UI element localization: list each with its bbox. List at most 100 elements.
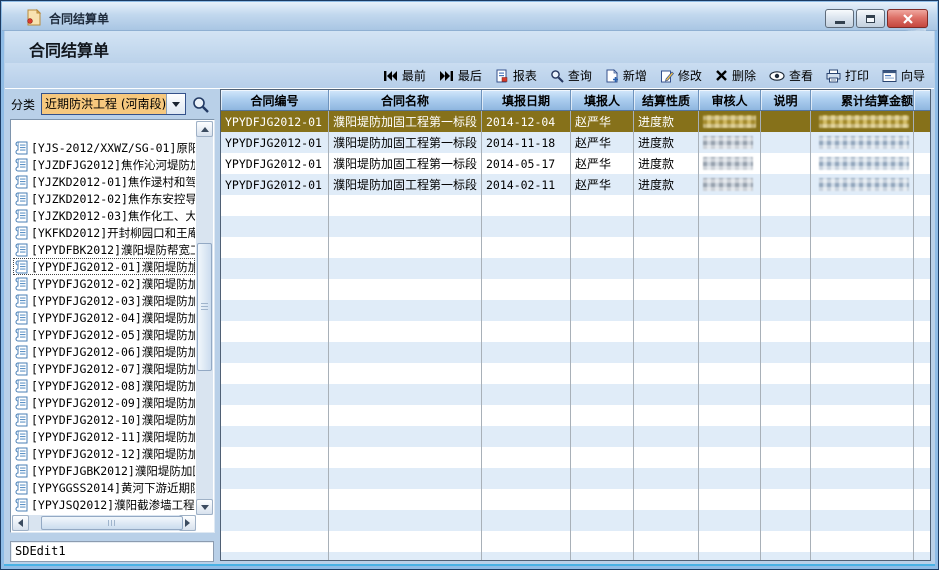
empty-table-row[interactable]	[221, 300, 930, 321]
empty-table-row[interactable]	[221, 258, 930, 279]
cell-contract-name: 濮阳堤防加固工程第一标段	[329, 153, 482, 174]
list-item[interactable]: [YPYDFJG2012-06]濮阳堤防加..	[13, 343, 195, 360]
add-button[interactable]: 新增	[605, 67, 647, 84]
empty-table-row[interactable]	[221, 468, 930, 489]
query-button[interactable]: 查询	[550, 67, 592, 84]
empty-table-row[interactable]	[221, 510, 930, 531]
list-item[interactable]: [YPYDFJG2012-03]濮阳堤防加..	[13, 292, 195, 309]
empty-table-row[interactable]	[221, 195, 930, 216]
list-item[interactable]: [YPYDFJG2012-02]濮阳堤防加..	[13, 275, 195, 292]
list-item[interactable]: [YJZKD2012-01]焦作逯村和驾...	[13, 173, 195, 190]
title-bar[interactable]: 合同结算单	[2, 2, 937, 31]
list-item[interactable]: [YJZDFJG2012]焦作沁河堤防加..	[13, 156, 195, 173]
column-header[interactable]: 结算性质	[634, 90, 699, 110]
list-item[interactable]: [YPYDFJG2012-04]濮阳堤防加..	[13, 309, 195, 326]
list-item[interactable]: [YPYGGSS2014]黄河下游近期防.	[13, 479, 195, 496]
empty-table-row[interactable]	[221, 216, 930, 237]
restore-button[interactable]	[856, 9, 885, 28]
empty-table-row[interactable]	[221, 237, 930, 258]
column-header[interactable]: 填报日期	[482, 90, 571, 110]
scroll-left-button[interactable]	[12, 515, 29, 531]
sdedit-field[interactable]: SDEdit1	[10, 541, 214, 562]
empty-table-row[interactable]	[221, 426, 930, 447]
column-header[interactable]: 审核人	[699, 90, 761, 110]
delete-button[interactable]: 删除	[715, 67, 756, 84]
list-item[interactable]: [YKFKD2012]开封柳园口和王庵...	[13, 224, 195, 241]
empty-table-row[interactable]	[221, 552, 930, 561]
table-row[interactable]: YPYDFJG2012-01濮阳堤防加固工程第一标段2014-11-18赵严华进…	[221, 132, 930, 153]
cell-empty	[811, 237, 914, 258]
column-header[interactable]: 填报人	[571, 90, 634, 110]
list-item[interactable]: [YJS-2012/XXWZ/SG-01]原阳武..	[13, 139, 195, 156]
minimize-button[interactable]	[825, 9, 854, 28]
cell-empty	[761, 279, 811, 300]
combobox-dropdown-button[interactable]	[166, 94, 185, 114]
cell-empty	[571, 531, 634, 552]
cell-empty	[811, 468, 914, 489]
table-row[interactable]: YPYDFJG2012-01濮阳堤防加固工程第一标段2014-12-04赵严华进…	[221, 111, 930, 132]
empty-table-row[interactable]	[221, 321, 930, 342]
column-header[interactable]: 累计结算金额	[811, 90, 914, 110]
list-item[interactable]: [YPYDFJG2012-11]濮阳堤防加..	[13, 428, 195, 445]
list-vertical-scrollbar[interactable]	[196, 121, 213, 515]
cell-empty	[811, 195, 914, 216]
cell-reporter: 赵严华	[571, 132, 634, 153]
category-combobox[interactable]: 近期防洪工程 (河南段)	[41, 93, 186, 115]
scroll-down-button[interactable]	[196, 499, 213, 515]
empty-table-row[interactable]	[221, 342, 930, 363]
print-button[interactable]: 打印	[826, 67, 869, 84]
list-item[interactable]: [YPYDFJG2012-12]濮阳堤防加..	[13, 445, 195, 462]
list-item[interactable]: [YJZKD2012-02]焦作东安控导工..	[13, 190, 195, 207]
cell-empty	[482, 279, 571, 300]
list-item[interactable]: [YPYDFJG2012-07]濮阳堤防加..	[13, 360, 195, 377]
table-row[interactable]: YPYDFJG2012-01濮阳堤防加固工程第一标段2014-05-17赵严华进…	[221, 153, 930, 174]
list-horizontal-scrollbar[interactable]	[12, 515, 196, 531]
list-item[interactable]: [YPYJSQ2012]濮阳截渗墙工程	[13, 496, 195, 513]
category-value[interactable]: 近期防洪工程 (河南段)	[42, 94, 166, 114]
empty-table-row[interactable]	[221, 447, 930, 468]
column-header[interactable]: 合同名称	[329, 90, 482, 110]
list-item[interactable]: [YPYDFJG2012-05]濮阳堤防加..	[13, 326, 195, 343]
view-button[interactable]: 查看	[769, 67, 813, 84]
cell-empty	[329, 216, 482, 237]
delete-label: 删除	[732, 67, 756, 84]
empty-table-row[interactable]	[221, 363, 930, 384]
cell-auditor-redacted	[699, 174, 761, 195]
empty-table-row[interactable]	[221, 279, 930, 300]
table-row[interactable]: YPYDFJG2012-01濮阳堤防加固工程第一标段2014-02-11赵严华进…	[221, 174, 930, 195]
scroll-up-button[interactable]	[196, 121, 213, 137]
list-item[interactable]	[13, 122, 195, 139]
list-item[interactable]: [YJZKD2012-03]焦作化工、大...	[13, 207, 195, 224]
first-button[interactable]: 最前	[383, 67, 426, 84]
last-button[interactable]: 最后	[439, 67, 482, 84]
close-button[interactable]	[887, 9, 928, 28]
list-item[interactable]: [YPYDFBK2012]濮阳堤防帮宽工程	[13, 241, 195, 258]
cell-contract-code: YPYDFJG2012-01	[221, 153, 329, 174]
horizontal-scroll-thumb[interactable]	[41, 516, 183, 530]
report-button[interactable]: 报表	[495, 67, 537, 84]
list-item[interactable]: [YPYDFJG2012-08]濮阳堤防加..	[13, 377, 195, 394]
list-item[interactable]: [YPYDFJGBK2012]濮阳堤防加固.	[13, 462, 195, 479]
list-item[interactable]: [YPYDFJG2012-09]濮阳堤防加..	[13, 394, 195, 411]
cell-empty	[571, 363, 634, 384]
cell-empty	[571, 426, 634, 447]
toolbar: 最前 最后 报表 查询 新增	[5, 63, 934, 89]
cell-empty	[811, 300, 914, 321]
cell-empty	[634, 216, 699, 237]
empty-table-row[interactable]	[221, 489, 930, 510]
cell-filler	[914, 174, 930, 195]
list-item[interactable]: [YPYXGGJ2012]濮阳影唐险工改.	[13, 513, 195, 514]
vertical-scroll-thumb[interactable]	[197, 243, 212, 371]
column-header[interactable]: 合同编号	[221, 90, 329, 110]
horizontal-scroll-track[interactable]	[29, 515, 179, 531]
category-search-button[interactable]	[191, 95, 210, 114]
list-item[interactable]: [YPYDFJG2012-10]濮阳堤防加..	[13, 411, 195, 428]
empty-table-row[interactable]	[221, 531, 930, 552]
empty-table-row[interactable]	[221, 405, 930, 426]
empty-table-row[interactable]	[221, 384, 930, 405]
column-header[interactable]: 说明	[761, 90, 811, 110]
wizard-button[interactable]: 向导	[882, 67, 925, 84]
cell-empty	[221, 321, 329, 342]
edit-button[interactable]: 修改	[660, 67, 702, 84]
list-item[interactable]: [YPYDFJG2012-01]濮阳堤防加..	[13, 258, 195, 275]
